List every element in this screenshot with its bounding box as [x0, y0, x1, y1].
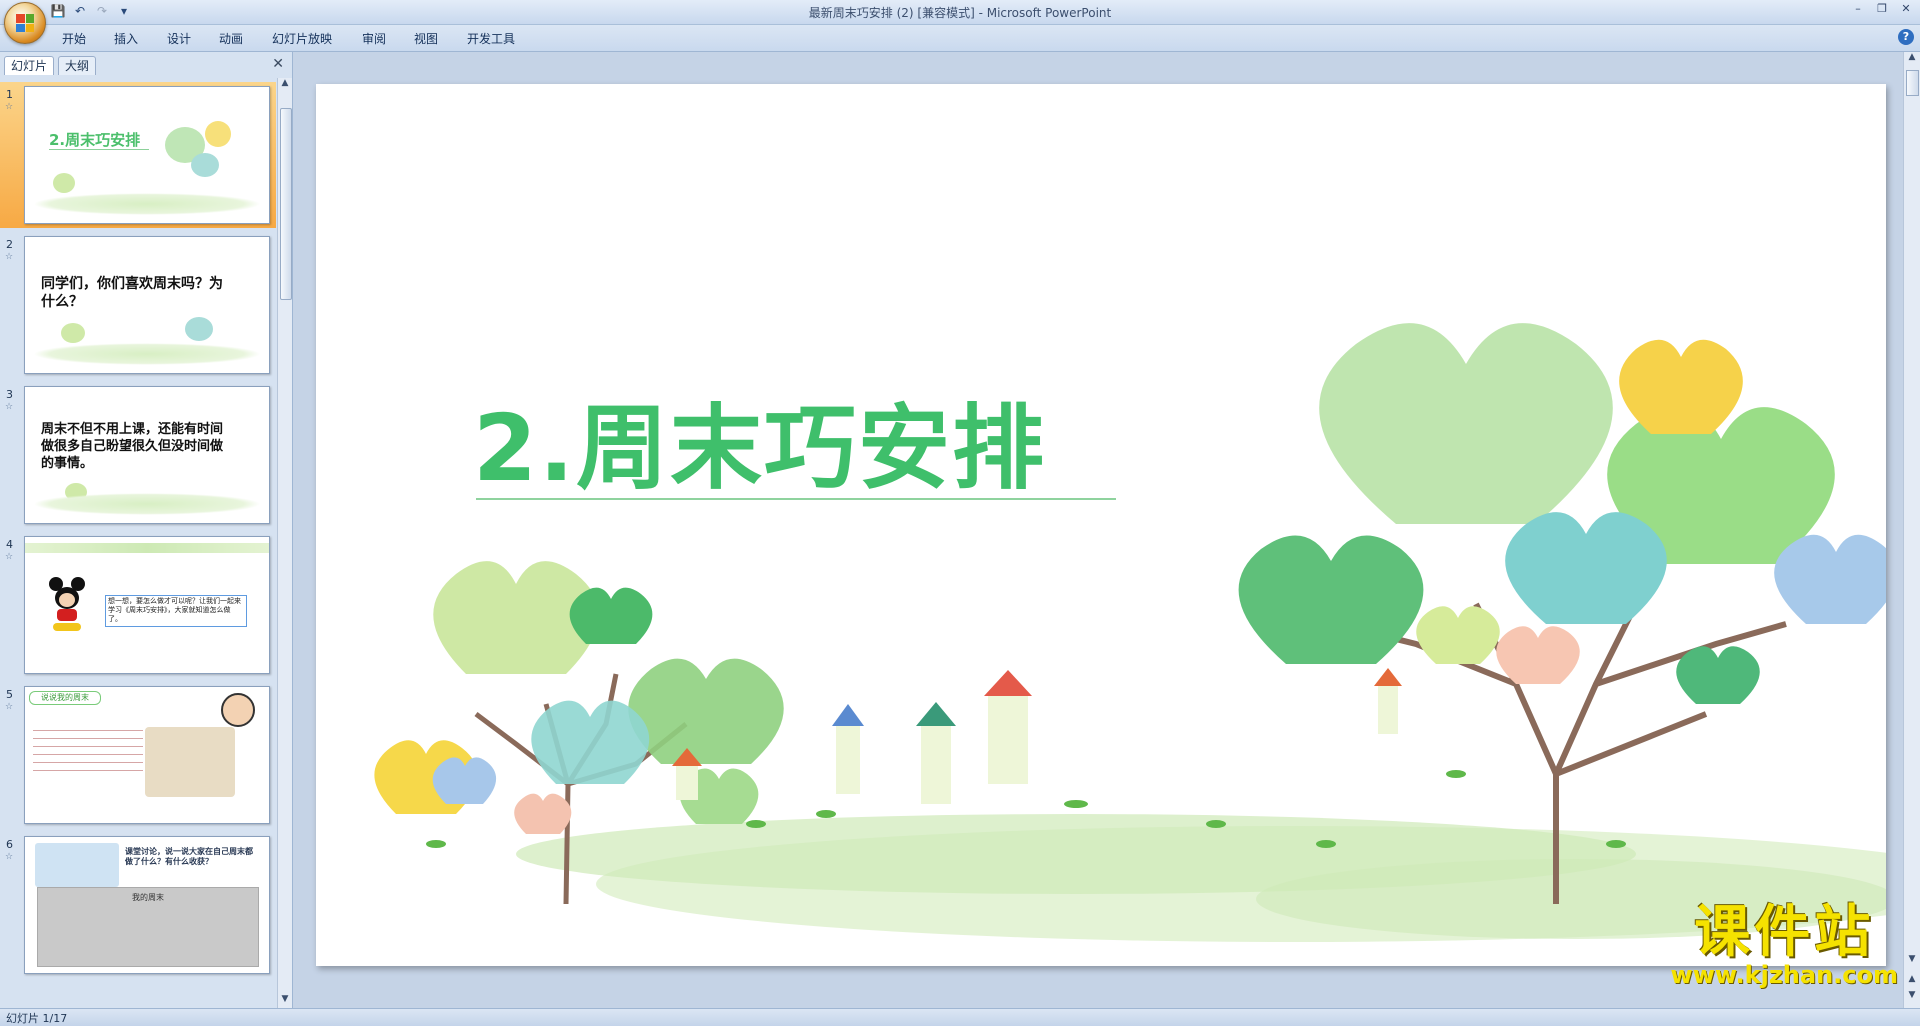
tab-slides[interactable]: 幻灯片: [4, 56, 55, 75]
slide-thumbnail: 2.周末巧安排: [24, 86, 270, 224]
title-underline: [476, 498, 1116, 500]
pane-tabs: 幻灯片 大纲 ✕: [2, 54, 288, 76]
slide-number: 2: [6, 238, 13, 251]
slide-number: 1: [6, 88, 13, 101]
transition-icon: ☆: [5, 552, 14, 562]
watermark-url: www.kjzhan.com: [1670, 961, 1898, 989]
mickey-image: [45, 577, 95, 637]
thumb-table: 我的周末: [37, 887, 259, 967]
slide-thumbnail: 同学们，你们喜欢周末吗？为什么？: [24, 236, 270, 374]
slide-thumb-2[interactable]: 2 ☆ 同学们，你们喜欢周末吗？为什么？: [0, 232, 276, 378]
thumb-text: 课堂讨论，说一说大家在自己周末都做了什么？有什么收获？: [125, 847, 253, 866]
transition-icon: ☆: [5, 252, 14, 262]
slide-editor: 2.周末巧安排 ▲ ▼ ▲ ▼ 课件站 www.kjzhan.com: [293, 52, 1920, 1008]
thumb-text: 同学们，你们喜欢周末吗？为什么？: [41, 276, 223, 310]
slide-thumbnails: 1 ☆ 2.周末巧安排 2 ☆ 同学们，你们喜欢周末吗？为什么？ 3 ☆ 周末不…: [0, 78, 276, 1008]
prev-slide-icon[interactable]: ▲: [1905, 974, 1919, 988]
restore-icon[interactable]: ❐: [1874, 2, 1890, 16]
ribbon-tabs: 开始 插入 设计 动画 幻灯片放映 审阅 视图 开发工具 ?: [0, 25, 1920, 52]
transition-icon: ☆: [5, 702, 14, 712]
tab-view[interactable]: 视图: [414, 30, 438, 47]
window-controls: – ❐ ✕: [1850, 2, 1914, 16]
scroll-thumb[interactable]: [1906, 70, 1919, 96]
tab-design[interactable]: 设计: [167, 30, 191, 47]
tab-animation[interactable]: 动画: [219, 30, 243, 47]
watermark-text: 课件站: [1694, 899, 1875, 965]
watermark: 课件站 www.kjzhan.com: [1671, 902, 1898, 988]
scroll-up-icon[interactable]: ▲: [1905, 52, 1919, 66]
scroll-down-icon[interactable]: ▼: [278, 994, 292, 1008]
slide-canvas[interactable]: 2.周末巧安排: [316, 84, 1886, 966]
tab-outline[interactable]: 大纲: [58, 56, 97, 75]
slide-illustration: [374, 323, 1886, 942]
slide-thumb-3[interactable]: 3 ☆ 周末不但不用上课，还能有时间做很多自己盼望很久但没时间做的事情。: [0, 382, 276, 528]
transition-icon: ☆: [5, 402, 14, 412]
minimize-icon[interactable]: –: [1850, 2, 1866, 16]
slide-thumb-4[interactable]: 4 ☆ 想一想，要怎么做才可以呢？让我们一起来学习《周末巧安排》，大家就知道怎么…: [0, 532, 276, 678]
thumb-text: 想一想，要怎么做才可以呢？让我们一起来学习《周末巧安排》，大家就知道怎么做了。: [105, 595, 247, 627]
slide-number: 4: [6, 538, 13, 551]
slide-number: 6: [6, 838, 13, 851]
slide-title[interactable]: 2.周末巧安排: [473, 374, 1046, 507]
scroll-up-icon[interactable]: ▲: [278, 78, 292, 92]
slide-thumb-1[interactable]: 1 ☆ 2.周末巧安排: [0, 82, 276, 228]
editor-scrollbar[interactable]: ▲ ▼ ▲ ▼: [1903, 52, 1920, 1008]
thumb-text: 说说我的周末: [29, 691, 101, 705]
title-bar: 💾 ↶ ↷ ▾ 最新周末巧安排 (2) [兼容模式] - Microsoft P…: [0, 0, 1920, 44]
office-logo-icon: [16, 14, 34, 32]
thumb-text: 周末不但不用上课，还能有时间做很多自己盼望很久但没时间做的事情。: [41, 422, 224, 471]
close-icon[interactable]: ✕: [1898, 2, 1914, 16]
transition-icon: ☆: [5, 852, 14, 862]
slide-thumbnail: 课堂讨论，说一说大家在自己周末都做了什么？有什么收获？ 我的周末: [24, 836, 270, 974]
close-pane-icon[interactable]: ✕: [272, 56, 284, 72]
thumb-title: 2.周末巧安排: [49, 131, 141, 149]
slide-thumbnail: 周末不但不用上课，还能有时间做很多自己盼望很久但没时间做的事情。: [24, 386, 270, 524]
scroll-down-icon[interactable]: ▼: [1905, 954, 1919, 968]
slides-pane: 幻灯片 大纲 ✕ 1 ☆ 2.周末巧安排 2 ☆ 同学们，你们喜欢周末吗？为什么…: [0, 52, 293, 1008]
window-title: 最新周末巧安排 (2) [兼容模式] - Microsoft PowerPoin…: [808, 6, 1112, 20]
tab-slideshow[interactable]: 幻灯片放映: [272, 30, 332, 47]
tab-review[interactable]: 审阅: [362, 30, 386, 47]
slide-number: 3: [6, 388, 13, 401]
transition-icon: ☆: [5, 102, 14, 112]
slide-thumbnail: 说说我的周末: [24, 686, 270, 824]
status-bar: 幻灯片 1/17: [0, 1008, 1920, 1026]
office-button[interactable]: [4, 2, 46, 44]
next-slide-icon[interactable]: ▼: [1905, 990, 1919, 1004]
slide-number: 5: [6, 688, 13, 701]
scroll-thumb[interactable]: [280, 108, 292, 300]
slide-thumb-5[interactable]: 5 ☆ 说说我的周末: [0, 682, 276, 828]
thumbnail-scrollbar[interactable]: ▲ ▼: [277, 78, 292, 1008]
tab-home[interactable]: 开始: [62, 30, 86, 47]
tab-developer[interactable]: 开发工具: [467, 30, 515, 47]
slide-thumbnail: 想一想，要怎么做才可以呢？让我们一起来学习《周末巧安排》，大家就知道怎么做了。: [24, 536, 270, 674]
tab-insert[interactable]: 插入: [114, 30, 138, 47]
help-icon[interactable]: ?: [1898, 29, 1914, 45]
slide-counter: 幻灯片 1/17: [6, 1012, 68, 1025]
slide-thumb-6[interactable]: 6 ☆ 课堂讨论，说一说大家在自己周末都做了什么？有什么收获？ 我的周末: [0, 832, 276, 978]
